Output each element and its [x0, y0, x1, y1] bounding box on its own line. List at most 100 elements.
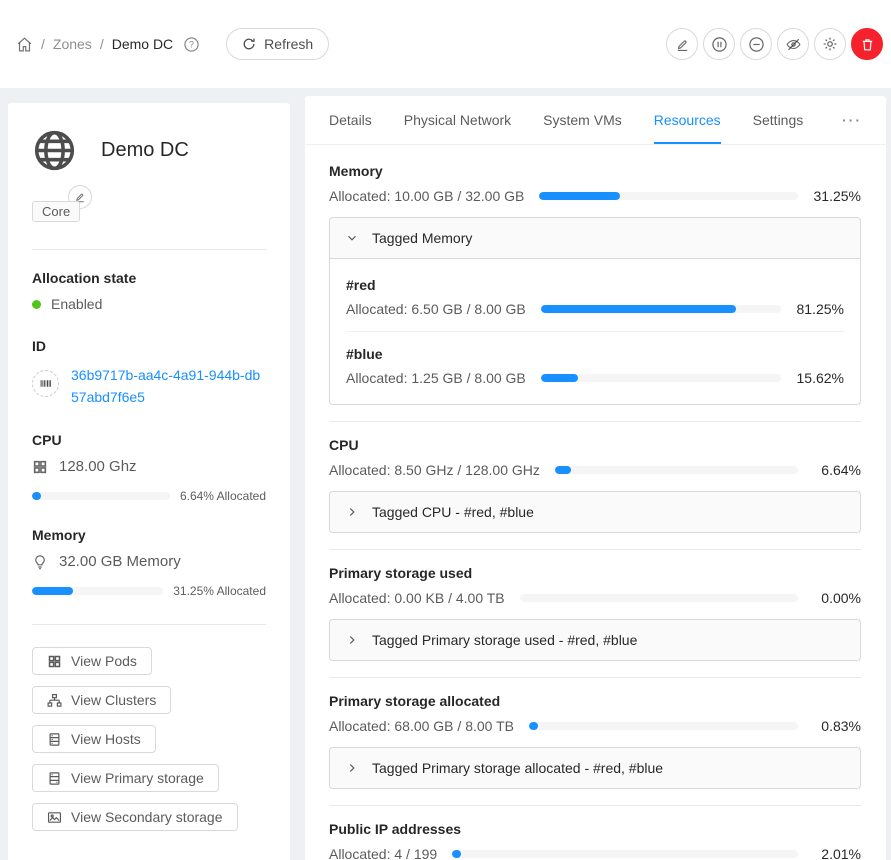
tagged-storage-used-header[interactable]: Tagged Primary storage used - #red, #blu… — [330, 620, 860, 660]
section-title: Memory — [329, 163, 861, 179]
pause-circle-icon — [711, 36, 728, 53]
appstore-icon — [32, 459, 48, 475]
divider — [329, 805, 861, 806]
zone-head: Demo DC — [32, 128, 266, 173]
divider — [32, 624, 266, 625]
section-title: Primary storage allocated — [329, 693, 861, 709]
view-secondary-storage-button[interactable]: View Secondary storage — [32, 803, 238, 831]
zone-type-tag: Core — [32, 201, 80, 222]
tab-resources[interactable]: Resources — [654, 96, 721, 144]
bulb-icon — [32, 554, 48, 570]
allocation-state-value: Enabled — [51, 296, 102, 312]
percent-value: 6.64% — [813, 462, 861, 478]
allocation-text: Allocated: 0.00 KB / 4.00 TB — [329, 590, 505, 606]
memory-percent-label: 31.25% Allocated — [173, 584, 266, 598]
section-title: Primary storage used — [329, 565, 861, 581]
allocation-row: Allocated: 8.50 GHz / 128.00 GHz 6.64% — [329, 462, 861, 478]
picture-icon — [47, 810, 62, 825]
divider — [329, 421, 861, 422]
tab-bar: Details Physical Network System VMs Reso… — [305, 96, 886, 145]
cluster-icon — [47, 693, 62, 708]
top-bar: / Zones / Demo DC ? Refresh — [0, 0, 891, 88]
tagged-memory-header[interactable]: Tagged Memory — [330, 218, 860, 258]
breadcrumb-separator: / — [41, 36, 45, 52]
section-title: CPU — [329, 437, 861, 453]
cpu-progress — [32, 492, 170, 500]
resource-section-public-ip: Public IP addresses Allocated: 4 / 199 2… — [329, 821, 861, 860]
memory-progress-row: 31.25% Allocated — [32, 584, 266, 598]
hide-button[interactable] — [777, 28, 809, 60]
zone-summary-card: Demo DC Core Allocation state Enabled ID… — [8, 103, 290, 860]
breadcrumb-separator: / — [100, 36, 104, 52]
tagged-storage-allocated-header[interactable]: Tagged Primary storage allocated - #red,… — [330, 748, 860, 788]
view-pods-button[interactable]: View Pods — [32, 647, 152, 675]
tab-details[interactable]: Details — [329, 96, 372, 144]
breadcrumb-current: Demo DC — [112, 36, 173, 52]
home-icon[interactable] — [16, 36, 33, 53]
button-label: View Clusters — [71, 692, 156, 708]
panel-title: Tagged Primary storage used - #red, #blu… — [372, 632, 637, 648]
barcode-icon — [32, 370, 59, 397]
memory-value: 32.00 GB Memory — [59, 553, 181, 570]
id-row: 36b9717b-aa4c-4a91-944b-db57abd7f6e5 — [32, 364, 266, 408]
divider — [329, 677, 861, 678]
zone-action-buttons: View Pods View Clusters View Hosts View … — [32, 647, 266, 831]
tab-system-vms[interactable]: System VMs — [543, 96, 622, 144]
breadcrumb-zones[interactable]: Zones — [53, 36, 92, 52]
tab-physical-network[interactable]: Physical Network — [404, 96, 511, 144]
edit-icon — [675, 37, 690, 52]
view-hosts-button[interactable]: View Hosts — [32, 725, 156, 753]
id-label: ID — [32, 338, 266, 354]
tagged-item-blue: #blue Allocated: 1.25 GB / 8.00 GB 15.62… — [346, 346, 844, 386]
allocation-state-label: Allocation state — [32, 270, 266, 286]
svg-text:?: ? — [189, 39, 194, 49]
storage-used-progress-bar — [520, 594, 798, 602]
resource-section-cpu: CPU Allocated: 8.50 GHz / 128.00 GHz 6.6… — [329, 437, 861, 533]
tabs-more-button[interactable]: ··· — [842, 112, 862, 128]
allocation-row: Allocated: 10.00 GB / 32.00 GB 31.25% — [329, 188, 861, 204]
database-icon — [47, 732, 62, 747]
tag-name: #red — [346, 277, 844, 293]
appstore-icon — [47, 654, 62, 669]
reload-icon — [242, 37, 256, 51]
tagged-storage-allocated-panel: Tagged Primary storage allocated - #red,… — [329, 747, 861, 789]
cpu-progress-bar — [555, 466, 798, 474]
allocation-text: Allocated: 8.50 GHz / 128.00 GHz — [329, 462, 540, 478]
disable-button[interactable] — [740, 28, 772, 60]
public-ip-progress-bar — [452, 850, 798, 858]
allocation-row: Allocated: 6.50 GB / 8.00 GB 81.25% — [346, 301, 844, 317]
delete-button[interactable] — [851, 28, 883, 60]
status-dot — [32, 300, 41, 309]
chevron-down-icon — [346, 232, 358, 244]
zone-title: Demo DC — [101, 139, 189, 162]
minus-circle-icon — [748, 36, 765, 53]
main-layout: Demo DC Core Allocation state Enabled ID… — [0, 88, 891, 860]
refresh-button[interactable]: Refresh — [226, 28, 329, 60]
percent-value: 0.00% — [813, 590, 861, 606]
allocation-row: Allocated: 4 / 199 2.01% — [329, 846, 861, 860]
storage-allocated-progress-bar — [529, 722, 798, 730]
cpu-value-row: 128.00 Ghz — [32, 458, 266, 475]
resources-content: Memory Allocated: 10.00 GB / 32.00 GB 31… — [305, 145, 886, 860]
tagged-item-red: #red Allocated: 6.50 GB / 8.00 GB 81.25% — [346, 277, 844, 317]
settings-button[interactable] — [814, 28, 846, 60]
view-primary-storage-button[interactable]: View Primary storage — [32, 764, 219, 792]
cpu-percent-label: 6.64% Allocated — [180, 489, 266, 503]
percent-value: 31.25% — [813, 188, 861, 204]
trash-icon — [860, 37, 875, 52]
resource-section-memory: Memory Allocated: 10.00 GB / 32.00 GB 31… — [329, 163, 861, 405]
question-circle-icon[interactable]: ? — [183, 36, 200, 53]
button-label: View Pods — [71, 653, 137, 669]
percent-value: 2.01% — [813, 846, 861, 860]
pause-button[interactable] — [703, 28, 735, 60]
zone-id-link[interactable]: 36b9717b-aa4c-4a91-944b-db57abd7f6e5 — [71, 364, 266, 408]
tab-settings[interactable]: Settings — [753, 96, 804, 144]
section-title: Public IP addresses — [329, 821, 861, 837]
view-clusters-button[interactable]: View Clusters — [32, 686, 171, 714]
edit-button[interactable] — [666, 28, 698, 60]
chevron-right-icon — [346, 762, 358, 774]
tagged-cpu-header[interactable]: Tagged CPU - #red, #blue — [330, 492, 860, 532]
eye-invisible-icon — [785, 36, 802, 53]
button-label: View Hosts — [71, 731, 141, 747]
globe-icon — [32, 128, 77, 173]
